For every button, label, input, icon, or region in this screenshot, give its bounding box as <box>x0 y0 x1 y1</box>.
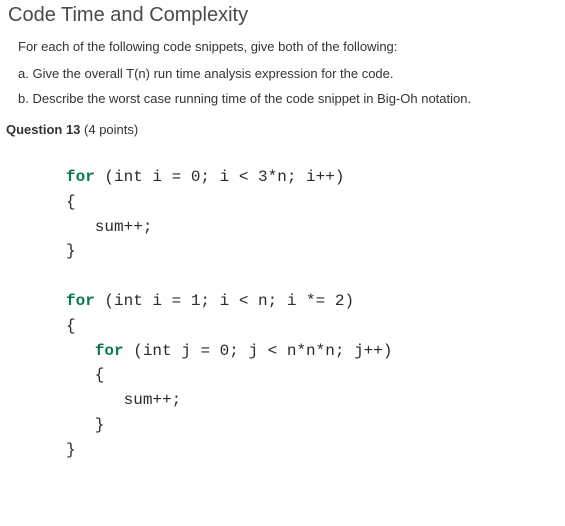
keyword-for: for <box>66 168 95 186</box>
code-line: (int i = 0; i < 3*n; i++) <box>95 168 345 186</box>
code-blank <box>66 267 76 285</box>
code-line: (int i = 1; i < n; i *= 2) <box>95 292 354 310</box>
code-pad <box>66 342 95 360</box>
page-title: Code Time and Complexity <box>8 4 553 27</box>
code-line: (int j = 0; j < n*n*n; j++) <box>124 342 393 360</box>
keyword-for: for <box>95 342 124 360</box>
keyword-for: for <box>66 292 95 310</box>
code-line: { <box>66 193 76 211</box>
document-page: Code Time and Complexity For each of the… <box>0 4 565 463</box>
code-line: } <box>66 416 104 434</box>
question-number: Question 13 <box>6 122 80 137</box>
question-header: Question 13 (4 points) <box>6 122 553 137</box>
code-line: } <box>66 242 76 260</box>
code-line: { <box>66 317 76 335</box>
code-line: { <box>66 366 104 384</box>
intro-text: For each of the following code snippets,… <box>18 39 553 54</box>
code-line: } <box>66 441 76 459</box>
code-snippet: for (int i = 0; i < 3*n; i++) { sum++; }… <box>66 165 553 463</box>
code-line: sum++; <box>66 218 152 236</box>
question-points: (4 points) <box>80 122 138 137</box>
point-a: a. Give the overall T(n) run time analys… <box>18 66 553 81</box>
point-b: b. Describe the worst case running time … <box>18 91 553 106</box>
code-line: sum++; <box>66 391 181 409</box>
